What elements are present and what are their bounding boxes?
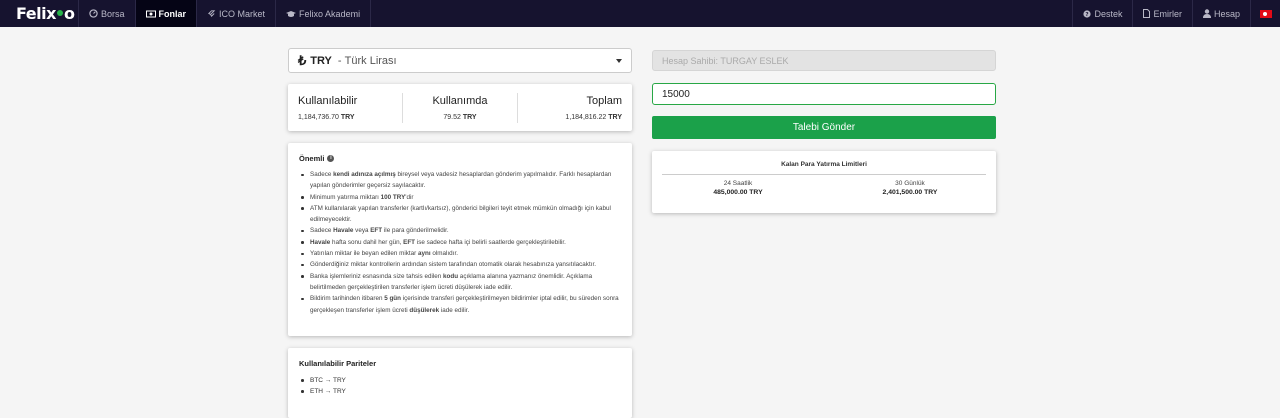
limit-24h-value: 485,000.00 TRY <box>713 189 763 196</box>
limit-30d-value: 2,401,500.00 TRY <box>882 189 938 196</box>
balances-card: Kullanılabilir 1,184,736.70 TRY Kullanım… <box>288 84 632 131</box>
balance-in-use: Kullanımda 79.52 TRY <box>402 92 518 123</box>
notice-item: Sadece Havale veya EFT ile para gönderil… <box>299 225 621 236</box>
limits-title: Kalan Para Yatırma Limitleri <box>781 161 867 168</box>
notice-title: Önemli <box>299 154 325 163</box>
balance-in-use-unit: TRY <box>462 113 477 121</box>
balance-total-label: Toplam <box>586 94 622 107</box>
graduation-cap-icon <box>286 10 297 17</box>
balance-in-use-amount: 79.52 <box>443 113 461 121</box>
turkey-flag-icon <box>1259 9 1272 18</box>
pair-item: ETH → TRY <box>299 386 621 397</box>
nav-hesap[interactable]: Hesap <box>1191 0 1250 27</box>
pairs-title: Kullanılabilir Pariteler <box>299 359 377 368</box>
notice-item: ATM kullanılarak yapılan transferler (ka… <box>299 203 621 226</box>
nav-emirler[interactable]: Emirler <box>1132 0 1192 27</box>
notice-item: Yatırılan miktar ile beyan edilen miktar… <box>299 248 621 259</box>
nav-destek-label: Destek <box>1094 8 1123 19</box>
money-bill-icon <box>145 10 156 17</box>
top-navbar: Feli x o Borsa Fonlar ICO Market Felixo Ak… <box>0 0 1280 27</box>
question-circle-icon: ? <box>1083 9 1092 18</box>
notice-item: Banka işlemleriniz esnasında size tahsis… <box>299 271 621 294</box>
svg-text:?: ? <box>1086 12 1089 18</box>
notice-item: Sadece kendi adınıza açılmış bireysel ve… <box>299 169 621 192</box>
nav-ico-market-label: ICO Market <box>219 8 266 19</box>
balance-total: Toplam 1,184,816.22 TRY <box>518 84 632 131</box>
limit-30d-label: 30 Günlük <box>895 180 925 187</box>
nav-ico-market[interactable]: ICO Market <box>196 0 275 27</box>
chevron-down-icon <box>616 59 622 63</box>
notice-item: Bildirim tarihinden itibaren 5 gün içeri… <box>299 293 621 316</box>
balance-available-label: Kullanılabilir <box>298 94 358 107</box>
nav-borsa[interactable]: Borsa <box>78 0 135 27</box>
language-selector[interactable] <box>1250 0 1280 27</box>
currency-name: Türk Lirası <box>344 54 397 67</box>
limits-divider <box>662 174 986 175</box>
currency-code: TRY <box>310 54 332 67</box>
limit-30d: 30 Günlük 2,401,500.00 TRY <box>824 180 996 196</box>
deposit-limits-card: Kalan Para Yatırma Limitleri 24 Saatlik … <box>652 151 996 213</box>
nav-destek[interactable]: ? Destek <box>1072 0 1132 27</box>
currency-separator: - <box>334 54 345 67</box>
balance-total-unit: TRY <box>608 113 622 121</box>
notice-item: Gönderdiğiniz miktar kontrollerin ardınd… <box>299 259 621 270</box>
limit-24h: 24 Saatlik 485,000.00 TRY <box>652 180 824 196</box>
currency-select[interactable]: ₺ TRY - Türk Lirası <box>288 48 632 73</box>
nav-fonlar[interactable]: Fonlar <box>134 0 197 27</box>
nav-hesap-label: Hesap <box>1213 8 1240 19</box>
balance-available-amount: 1,184,736.70 <box>298 113 339 121</box>
limit-24h-label: 24 Saatlik <box>723 180 753 187</box>
file-icon <box>1143 9 1151 18</box>
amount-input[interactable]: 15000 <box>652 83 996 105</box>
balance-total-amount: 1,184,816.22 <box>565 113 607 121</box>
balance-in-use-label: Kullanımda <box>432 94 488 107</box>
important-notice-card: Önemli i Sadece kendi adınıza açılmış bir… <box>288 143 632 336</box>
pair-item: BTC → TRY <box>299 375 621 386</box>
felixo-logo[interactable]: Feli x o <box>0 0 78 27</box>
gauge-icon <box>89 9 98 18</box>
rocket-icon <box>208 10 216 17</box>
balance-available-unit: TRY <box>340 113 355 121</box>
notice-item: Havale hafta sonu dahil her gün, EFT ise… <box>299 237 621 248</box>
nav-fonlar-label: Fonlar <box>158 8 187 19</box>
account-holder-field: Hesap Sahibi: TURGAY ESLEK <box>652 50 996 71</box>
lira-symbol-icon: ₺ <box>298 52 307 68</box>
notice-item: Minimum yatırma miktarı 100 TRY'dir <box>299 192 621 203</box>
nav-felixo-akademi[interactable]: Felixo Akademi <box>275 0 372 27</box>
submit-request-button[interactable]: Talebi Gönder <box>652 116 996 139</box>
user-icon <box>1202 9 1211 18</box>
available-pairs-card: Kullanılabilir Pariteler BTC → TRY ETH →… <box>288 348 632 418</box>
nav-borsa-label: Borsa <box>101 8 125 19</box>
notice-list: Sadece kendi adınıza açılmış bireysel ve… <box>299 169 621 316</box>
info-icon: i <box>327 155 335 162</box>
balance-available: Kullanılabilir 1,184,736.70 TRY <box>288 84 402 131</box>
nav-felixo-akademi-label: Felixo Akademi <box>299 8 361 19</box>
nav-right-group: ? Destek Emirler Hesap <box>1072 0 1280 27</box>
nav-emirler-label: Emirler <box>1153 8 1182 19</box>
